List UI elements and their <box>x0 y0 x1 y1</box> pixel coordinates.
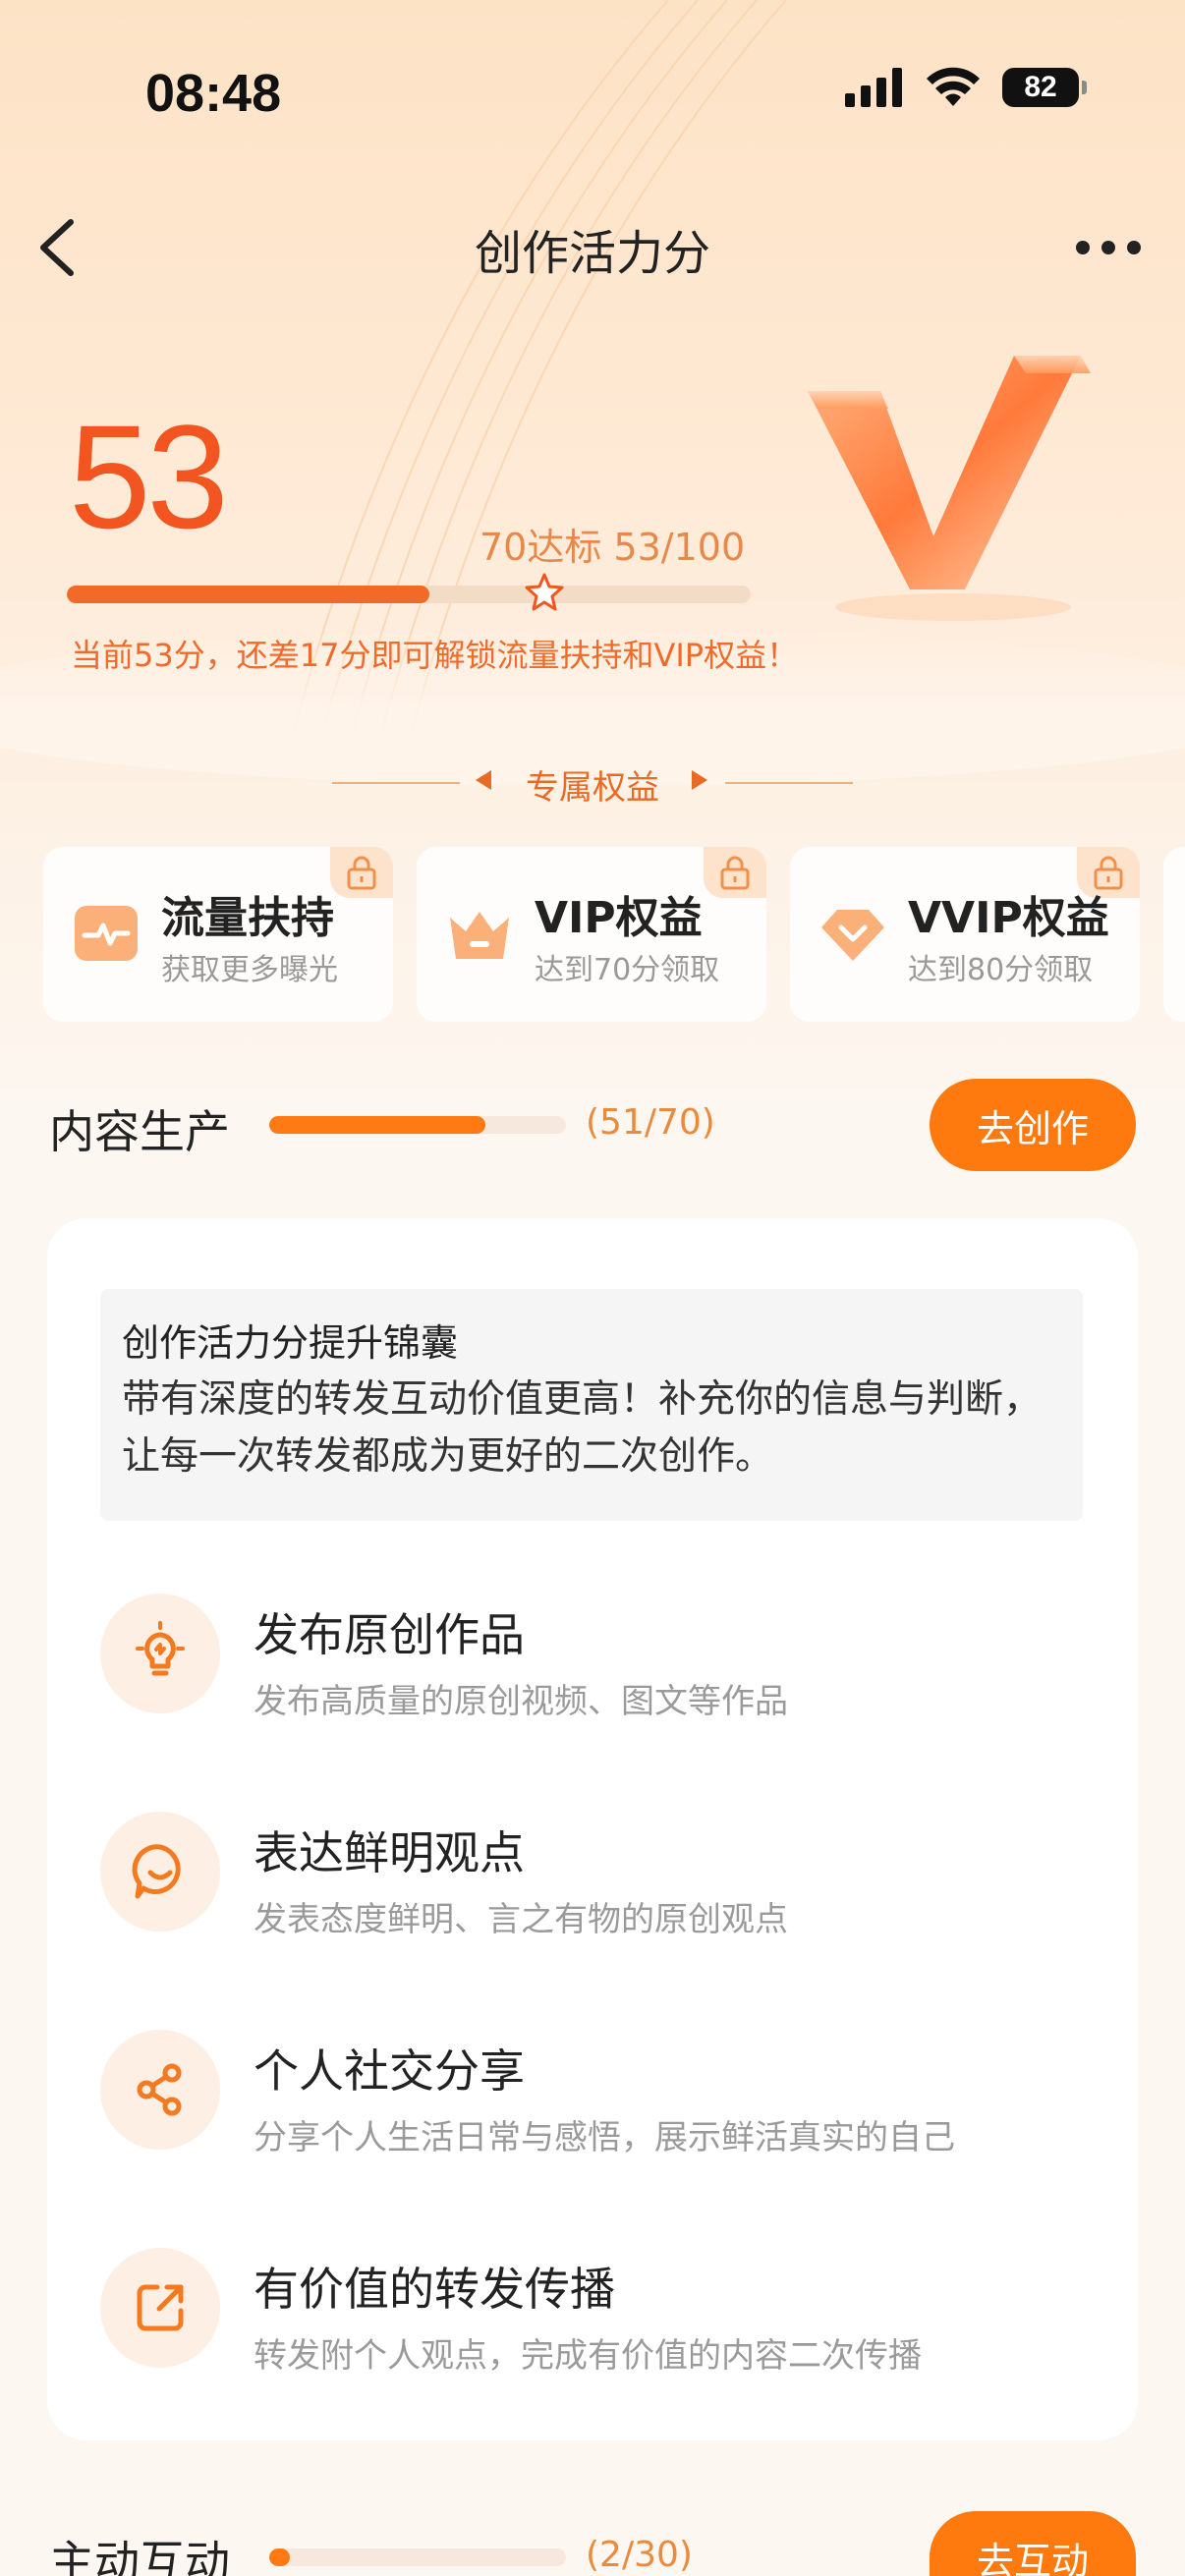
task-item-original[interactable]: 发布原创作品 发布高质量的原创视频、图文等作品 <box>100 1594 1083 1721</box>
task-item-opinion[interactable]: 表达鲜明观点 发表态度鲜明、言之有物的原创观点 <box>100 1812 1083 1939</box>
lock-icon <box>704 847 766 898</box>
cellular-signal-icon <box>845 68 902 107</box>
task-title: 发布原创作品 <box>254 1608 525 1661</box>
task-desc: 发布高质量的原创视频、图文等作品 <box>254 1682 788 1721</box>
arrow-right-icon <box>692 770 707 790</box>
v-badge-icon <box>808 356 1091 621</box>
wifi-icon <box>927 67 980 106</box>
crown-icon <box>450 912 509 959</box>
benefit-subtitle: 达到80分领取 <box>908 953 1094 987</box>
content-progress-bar <box>269 1116 566 1134</box>
section-title-content: 内容生产 <box>49 1105 230 1158</box>
interact-button[interactable]: 去互动 <box>930 2511 1136 2576</box>
diamond-icon <box>821 910 884 961</box>
task-icon-wrap <box>100 2030 220 2150</box>
task-desc: 分享个人生活日常与感悟，展示鲜活真实的自己 <box>254 2118 955 2157</box>
interaction-progress-count: (2/30) <box>586 2535 693 2575</box>
content-progress-count: (51/70) <box>586 1102 715 1143</box>
interaction-progress-bar <box>269 2548 566 2566</box>
benefit-card-traffic[interactable]: 流量扶持 获取更多曝光 <box>43 847 393 1022</box>
benefit-card-next[interactable] <box>1163 847 1185 1022</box>
tip-body: 带有深度的转发互动价值更高！补充你的信息与判断，让每一次转发都成为更好的二次创作… <box>122 1377 1043 1479</box>
divider <box>725 782 853 784</box>
benefit-title: 流量扶持 <box>161 893 334 943</box>
score-progress-bar <box>67 586 751 603</box>
status-time: 08:48 <box>145 64 282 123</box>
target-star-icon <box>525 573 564 611</box>
benefit-title: VVIP权益 <box>908 893 1109 943</box>
forward-icon <box>137 2284 184 2331</box>
more-dots-icon <box>1076 241 1141 254</box>
score-progress-fill <box>67 586 429 603</box>
task-title: 个人社交分享 <box>254 2044 525 2098</box>
battery-indicator: 82 <box>1002 68 1087 107</box>
benefit-subtitle: 获取更多曝光 <box>161 953 338 987</box>
task-item-social[interactable]: 个人社交分享 分享个人生活日常与感悟，展示鲜活真实的自己 <box>100 2030 1083 2157</box>
create-button[interactable]: 去创作 <box>930 1079 1136 1171</box>
benefit-title: VIP权益 <box>535 893 703 943</box>
content-progress-fill <box>269 1116 486 1134</box>
task-desc: 转发附个人观点，完成有价值的内容二次传播 <box>254 2336 922 2376</box>
task-title: 表达鲜明观点 <box>254 1826 525 1879</box>
task-icon-wrap <box>100 2248 220 2368</box>
task-item-forward[interactable]: 有价值的转发传播 转发附个人观点，完成有价值的内容二次传播 <box>100 2248 1083 2376</box>
score-target-label: 70达标 53/100 <box>480 526 746 569</box>
task-title: 有价值的转发传播 <box>254 2263 615 2316</box>
tip-title: 创作活力分提升锦囊 <box>122 1321 459 1365</box>
benefit-subtitle: 达到70分领取 <box>535 953 720 987</box>
status-icons: 82 <box>845 67 1087 108</box>
traffic-pulse-icon <box>75 906 138 961</box>
score-value: 53 <box>69 394 229 559</box>
benefit-card-vip[interactable]: VIP权益 达到70分领取 <box>417 847 766 1022</box>
smile-chat-icon <box>132 1844 181 1899</box>
score-tip: 当前53分，还差17分即可解锁流量扶持和VIP权益！ <box>71 637 799 674</box>
lightbulb-icon <box>136 1621 185 1676</box>
lock-icon <box>330 847 393 898</box>
benefit-card-vvip[interactable]: VVIP权益 达到80分领取 <box>790 847 1140 1022</box>
more-button[interactable] <box>1069 218 1148 277</box>
page-title: 创作活力分 <box>474 226 710 281</box>
section-title-interaction: 主动互动 <box>49 2536 230 2576</box>
interaction-progress-fill <box>269 2548 291 2566</box>
tip-box: 创作活力分提升锦囊 带有深度的转发互动价值更高！补充你的信息与判断，让每一次转发… <box>100 1289 1083 1521</box>
content-card: 创作活力分提升锦囊 带有深度的转发互动价值更高！补充你的信息与判断，让每一次转发… <box>47 1218 1138 2440</box>
task-icon-wrap <box>100 1812 220 1932</box>
share-icon <box>137 2063 182 2116</box>
task-icon-wrap <box>100 1594 220 1713</box>
task-desc: 发表态度鲜明、言之有物的原创观点 <box>254 1900 788 1939</box>
benefits-title: 专属权益 <box>526 768 659 808</box>
